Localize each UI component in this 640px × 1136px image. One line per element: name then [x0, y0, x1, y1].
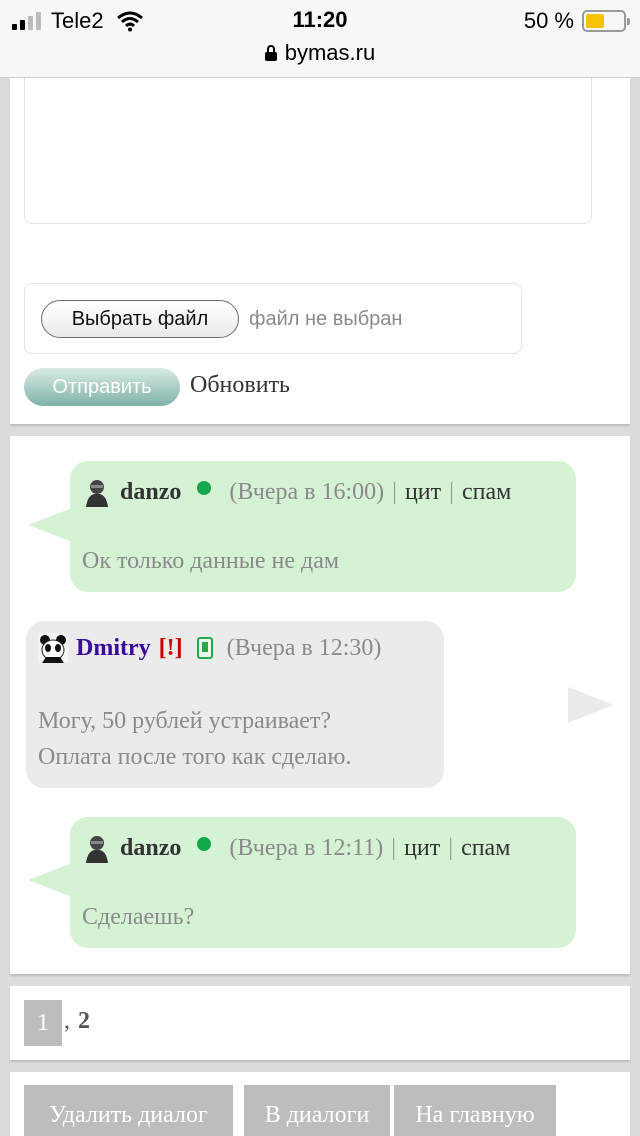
user-avatar-icon[interactable]	[82, 833, 112, 863]
mobile-icon	[196, 637, 213, 659]
home-button[interactable]: На главную	[394, 1085, 556, 1136]
message-text: Могу, 50 рублей устраивает?	[38, 708, 332, 734]
separator: |	[391, 834, 397, 861]
delete-dialog-button[interactable]: Удалить диалог	[24, 1085, 233, 1136]
dialog-actions: Удалить диалог В диалоги На главную	[10, 1072, 630, 1136]
page-link-2[interactable]: 2	[78, 1008, 90, 1035]
message-text: Оплата после того как сделаю.	[38, 744, 352, 770]
separator: |	[449, 478, 454, 505]
battery-level	[586, 14, 604, 28]
bubble-tail	[28, 508, 72, 542]
message-textarea[interactable]	[24, 78, 592, 224]
message-header: danzo (Вчера в 12:11) | цит | спам	[82, 833, 510, 863]
panda-avatar-icon[interactable]	[38, 633, 68, 663]
message-item: danzo (Вчера в 12:11) | цит | спам Сдела…	[70, 817, 576, 948]
spam-link[interactable]: спам	[462, 479, 511, 506]
file-upload: Выбрать файл файл не выбран	[24, 283, 522, 354]
page-current: 1	[24, 1000, 62, 1046]
page-separator: ,	[64, 1008, 70, 1034]
pagination: 1 , 2	[10, 986, 630, 1060]
battery-percent: 50 %	[523, 8, 574, 33]
message-header: danzo (Вчера в 16:00) | цит | спам	[82, 477, 511, 507]
message-time: (Вчера в 16:00)	[229, 478, 385, 505]
bubble-tail	[568, 687, 614, 723]
address-bar[interactable]: bymas.ru	[0, 40, 640, 66]
status-bar: Tele2 11:20 50 % bymas.ru	[0, 0, 640, 78]
file-status: файл не выбран	[249, 308, 403, 330]
url-text: bymas.ru	[284, 40, 376, 65]
bubble-tail	[28, 863, 72, 897]
username[interactable]: Dmitry	[76, 635, 151, 662]
message-time: (Вчера в 12:30)	[226, 634, 382, 661]
username[interactable]: danzo	[120, 479, 181, 506]
quote-link[interactable]: цит	[404, 835, 440, 862]
message-header: Dmitry [!] (Вчера в 12:30)	[38, 633, 381, 663]
reply-form: Выбрать файл файл не выбран Отправить Об…	[10, 78, 630, 424]
spam-link[interactable]: спам	[461, 835, 510, 862]
lock-icon	[264, 45, 277, 61]
online-status-icon	[197, 837, 212, 851]
message-item: Dmitry [!] (Вчера в 12:30) Могу, 50 рубл…	[26, 621, 444, 788]
refresh-link[interactable]: Обновить	[190, 372, 290, 399]
dialogs-button[interactable]: В диалоги	[244, 1085, 390, 1136]
send-button[interactable]: Отправить	[24, 368, 180, 406]
message-text: Ок только данные не дам	[82, 548, 340, 574]
quote-link[interactable]: цит	[405, 479, 441, 506]
online-status-icon	[197, 481, 212, 495]
admin-flag: [!]	[158, 634, 183, 661]
separator: |	[392, 478, 397, 505]
choose-file-button[interactable]: Выбрать файл	[41, 300, 239, 338]
message-time: (Вчера в 12:11)	[229, 834, 384, 861]
separator: |	[448, 834, 454, 861]
username[interactable]: danzo	[120, 835, 181, 862]
message-item: danzo (Вчера в 16:00) | цит | спам Ок то…	[70, 461, 576, 592]
message-list: danzo (Вчера в 16:00) | цит | спам Ок то…	[10, 436, 630, 974]
battery-group: 50 %	[523, 8, 630, 34]
message-text: Сделаешь?	[82, 904, 195, 930]
battery-icon	[582, 10, 630, 32]
user-avatar-icon[interactable]	[82, 477, 112, 507]
